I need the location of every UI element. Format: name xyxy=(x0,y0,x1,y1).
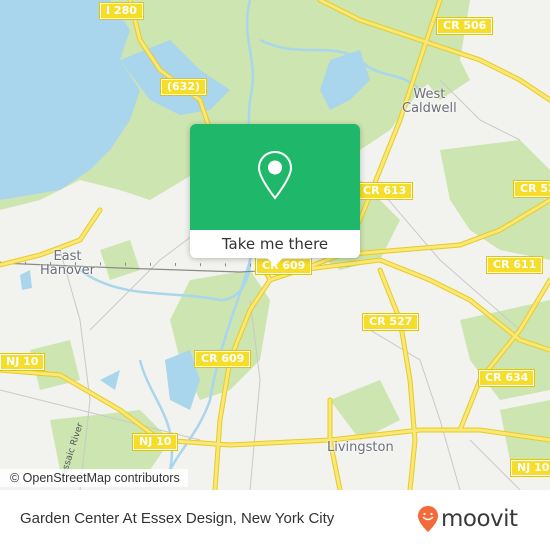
place-label-west-caldwell: West Caldwell xyxy=(402,87,457,116)
moovit-pin-icon xyxy=(418,506,438,532)
take-me-there-button[interactable]: Take me there xyxy=(190,230,360,258)
road-shield-cr609: CR 609 xyxy=(193,350,252,368)
popup-pointer xyxy=(266,257,284,266)
map-view[interactable]: West Caldwell East Hanover Livingston I … xyxy=(0,0,550,490)
road-shield-nj10-center: NJ 10 xyxy=(131,433,179,451)
location-pin-icon xyxy=(257,150,293,200)
popup-header xyxy=(190,124,360,230)
road-shield-i280: I 280 xyxy=(99,2,144,20)
moovit-logo: moovit xyxy=(417,505,518,533)
road-shield-632: (632) xyxy=(159,78,208,96)
road-shield-cr527-east: CR 527 xyxy=(512,180,550,198)
map-attribution[interactable]: © OpenStreetMap contributors xyxy=(0,469,188,487)
moovit-wordmark: moovit xyxy=(441,506,518,532)
road-shield-cr506: CR 506 xyxy=(435,17,494,35)
location-popup[interactable]: Take me there xyxy=(190,124,360,266)
place-label-east-hanover: East Hanover xyxy=(40,249,95,278)
road-shield-cr527: CR 527 xyxy=(361,313,420,331)
road-shield-nj10-east: NJ 10 xyxy=(509,459,550,477)
footer: Garden Center At Essex Design, New York … xyxy=(0,490,550,550)
place-title: Garden Center At Essex Design, New York … xyxy=(20,510,335,527)
road-shield-cr611: CR 611 xyxy=(485,256,544,274)
place-label-livingston: Livingston xyxy=(327,440,394,455)
road-shield-cr634: CR 634 xyxy=(477,369,536,387)
road-shield-nj10-west: NJ 10 xyxy=(0,353,46,371)
road-shield-cr613: CR 613 xyxy=(355,182,414,200)
